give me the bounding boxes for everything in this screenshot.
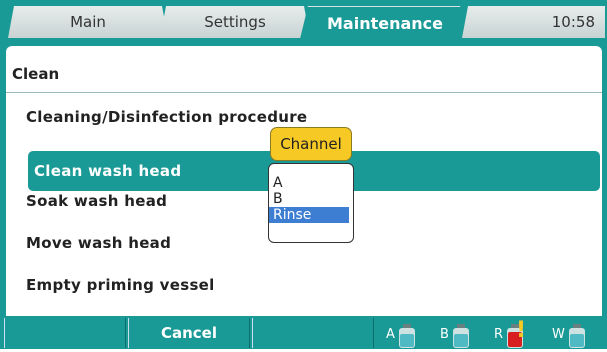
tab-main[interactable]: Main	[8, 6, 168, 38]
bottle-r-status: R !	[494, 318, 526, 348]
bottle-b-label: B	[440, 327, 449, 342]
softkey-right[interactable]	[252, 318, 374, 348]
bottle-a-label: A	[386, 327, 395, 342]
warning-icon: !	[516, 318, 527, 343]
menu-item-soak-wash-head[interactable]: Soak wash head	[26, 192, 167, 210]
channel-options-list: A B Rinse	[268, 163, 354, 243]
divider	[6, 92, 602, 93]
bottle-icon	[452, 324, 470, 348]
clock: 10:58	[462, 6, 605, 38]
tab-maintenance[interactable]: Maintenance	[300, 6, 470, 39]
bottle-b-status: B	[440, 318, 470, 348]
bottle-w-status: W	[552, 318, 586, 348]
bottle-w-label: W	[552, 327, 565, 342]
channel-option-b[interactable]: B	[269, 191, 353, 207]
bottle-r-label: R	[494, 327, 504, 342]
cancel-button[interactable]: Cancel	[128, 318, 250, 348]
channel-option-a[interactable]: A	[269, 175, 353, 191]
channel-option-rinse[interactable]: Rinse	[269, 207, 349, 223]
channel-popup-title: Channel	[270, 127, 352, 161]
bottle-a-status: A	[386, 318, 416, 348]
bottle-icon: !	[506, 320, 526, 348]
tab-settings[interactable]: Settings	[160, 6, 310, 38]
tab-bar: Main Settings Maintenance 10:58	[0, 0, 607, 46]
bottle-icon	[398, 324, 416, 348]
softkey-left[interactable]	[4, 318, 126, 348]
menu-item-cleaning-disinfection[interactable]: Cleaning/Disinfection procedure	[26, 108, 307, 126]
menu-item-empty-priming-vessel[interactable]: Empty priming vessel	[26, 276, 215, 294]
menu-item-move-wash-head[interactable]: Move wash head	[26, 234, 171, 252]
panel-title: Clean	[12, 65, 60, 83]
bottle-icon	[568, 324, 586, 348]
